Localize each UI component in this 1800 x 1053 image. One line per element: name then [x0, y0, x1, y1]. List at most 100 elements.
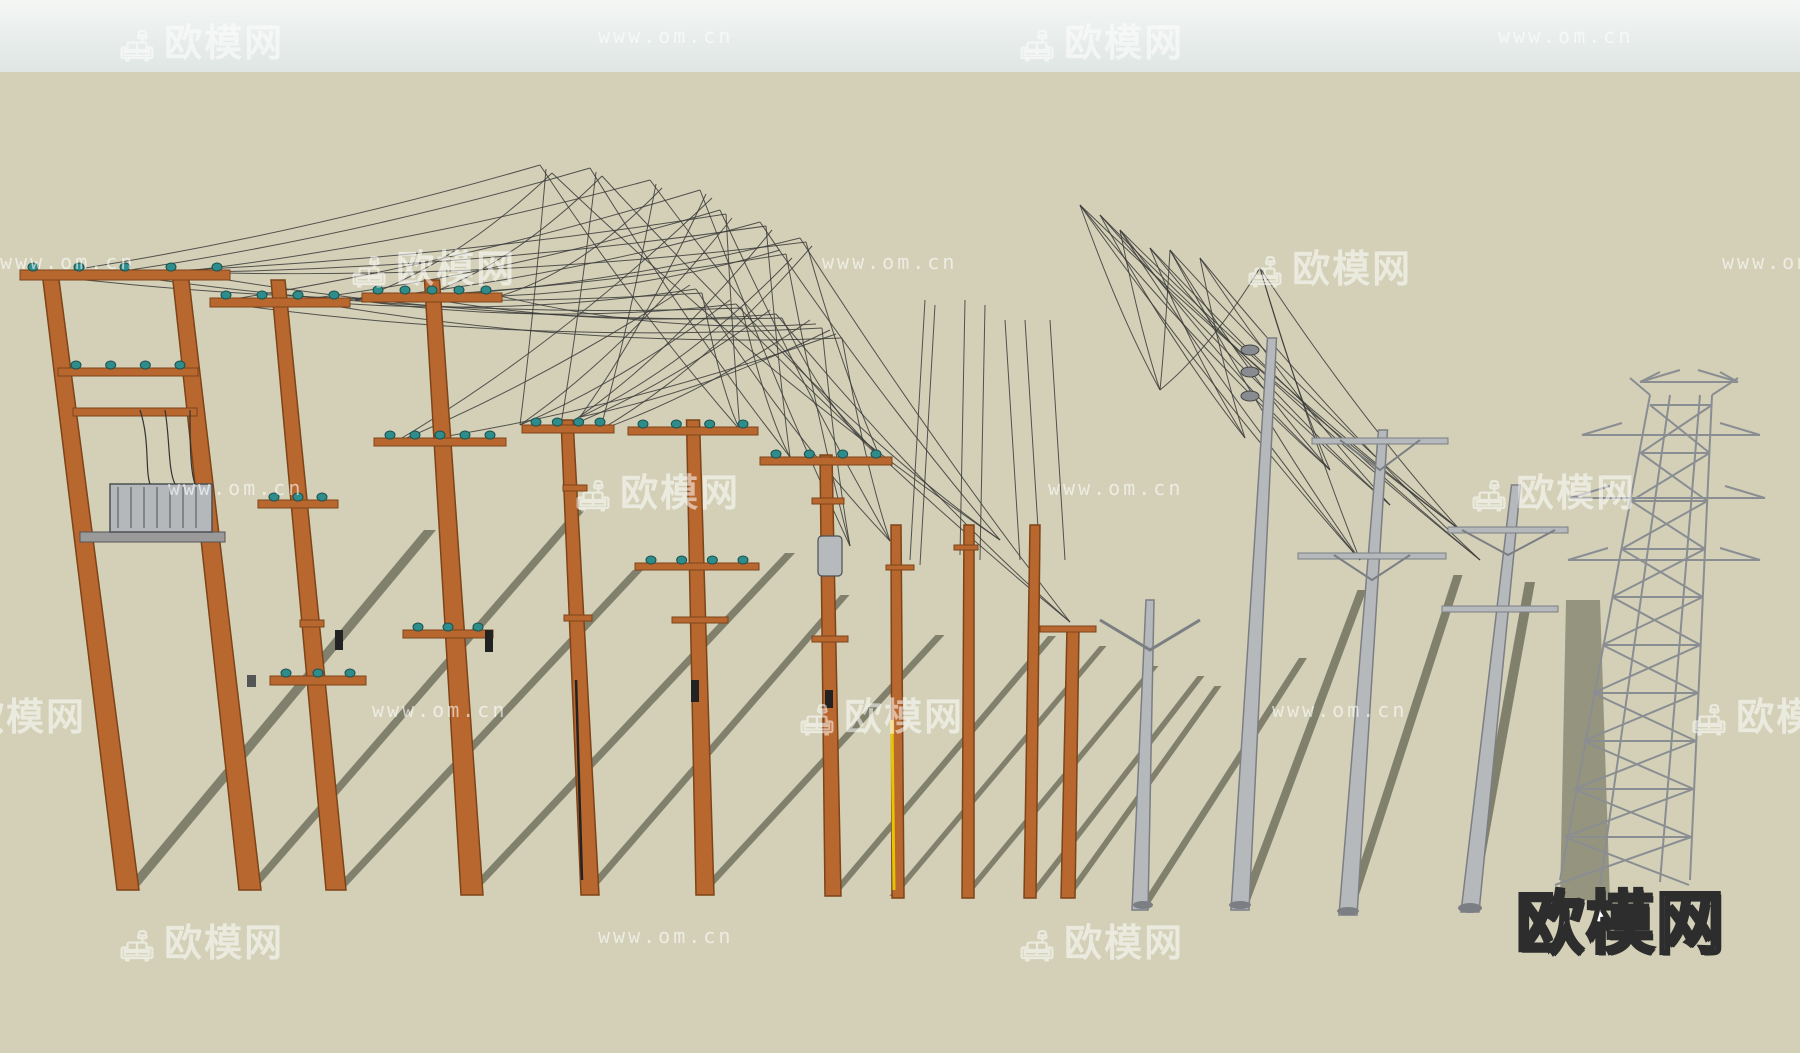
- tower-member: [1581, 422, 1623, 436]
- tower-member: [1719, 422, 1761, 436]
- insulator: [530, 417, 542, 427]
- insulator: [442, 622, 454, 632]
- pole-body: [41, 271, 140, 891]
- insulator: [292, 290, 304, 300]
- power-line: [214, 189, 701, 303]
- power-line: [109, 167, 591, 274]
- power-line: [725, 213, 741, 431]
- pole-shadow: [695, 635, 945, 895]
- power-line: [841, 337, 891, 542]
- power-line: [695, 288, 891, 542]
- transformer-can: [817, 535, 843, 577]
- power-line: [1004, 319, 1021, 561]
- crossarm: [1311, 437, 1449, 445]
- pole-shadow: [580, 595, 850, 895]
- insulator: [770, 449, 782, 459]
- insulator: [551, 417, 563, 427]
- insulator: [459, 430, 471, 440]
- power-line: [39, 164, 541, 276]
- insulator: [220, 290, 232, 300]
- power-line: [1259, 267, 1361, 561]
- insulator: [480, 285, 492, 295]
- crossarm: [671, 616, 729, 624]
- power-line: [1119, 229, 1361, 561]
- pole-base: [1337, 907, 1359, 915]
- pole-shadow: [828, 636, 1056, 896]
- crossarm: [759, 456, 893, 466]
- power-line: [759, 221, 1001, 541]
- pole-body: [1060, 627, 1080, 899]
- crossarm: [634, 562, 760, 571]
- crossarm: [563, 614, 593, 622]
- pole-base: [1229, 901, 1251, 909]
- crossarm: [57, 367, 199, 377]
- crossarm: [1039, 625, 1097, 633]
- tower-member: [1724, 485, 1766, 499]
- crossarm: [1297, 552, 1447, 560]
- crossarm: [811, 635, 849, 643]
- insulator: [676, 555, 688, 565]
- power-line: [1169, 249, 1461, 531]
- insulator: [453, 285, 465, 295]
- insulator: [174, 360, 186, 370]
- pole-body: [270, 279, 347, 891]
- crossarm: [885, 564, 915, 571]
- sketchup-viewport: 🛋 欧模网 www.om.cn 🛋 欧模网 www.om.cn www.om.cn …: [0, 0, 1800, 1053]
- insulator: [384, 430, 396, 440]
- insulator: [670, 419, 682, 429]
- crossarm: [811, 497, 845, 505]
- fuse-cutout: [485, 630, 493, 652]
- crossarm: [1441, 605, 1559, 613]
- pole-body: [1023, 524, 1041, 899]
- insulator: [484, 430, 496, 440]
- power-line: [354, 172, 553, 301]
- insulator: [594, 417, 606, 427]
- power-line: [1024, 319, 1041, 561]
- insulator: [870, 449, 882, 459]
- insulator: [737, 419, 749, 429]
- insulator: [312, 668, 324, 678]
- tower-member: [1567, 547, 1609, 561]
- tower-member: [1697, 369, 1739, 383]
- power-line: [539, 164, 741, 431]
- insulator: [704, 419, 716, 429]
- pole-body: [423, 279, 484, 896]
- insulator: [426, 285, 438, 295]
- insulator: [706, 555, 718, 565]
- pole-body: [819, 454, 842, 897]
- insulator: [165, 262, 177, 272]
- insulator: [412, 622, 424, 632]
- insulator: [70, 360, 82, 370]
- power-line: [1149, 247, 1481, 561]
- crossarm: [209, 297, 351, 308]
- tower-member: [1569, 485, 1611, 499]
- poles: [19, 262, 1766, 916]
- insulator: [27, 262, 39, 272]
- crossarm: [72, 407, 198, 417]
- insulator: [434, 430, 446, 440]
- power-line: [1119, 229, 1161, 391]
- insulator: [256, 290, 268, 300]
- insulator: [372, 285, 384, 295]
- corner-brand-logo: 欧模网: [1514, 884, 1727, 966]
- vertical-insulator: [1240, 390, 1260, 402]
- insulator: [139, 360, 151, 370]
- insulator: [268, 492, 280, 502]
- power-line: [579, 193, 707, 418]
- insulator: [211, 262, 223, 272]
- insulator: [73, 262, 85, 272]
- insulator: [328, 290, 340, 300]
- power-line: [1079, 204, 1361, 561]
- insulator: [316, 492, 328, 502]
- insulator: [119, 262, 131, 272]
- power-line: [299, 209, 721, 301]
- insulator: [472, 622, 484, 632]
- insulator: [637, 419, 649, 429]
- power-line: [1199, 257, 1481, 561]
- insulator: [105, 360, 117, 370]
- power-line: [959, 299, 966, 556]
- pole-body: [961, 524, 975, 899]
- crossarm: [627, 426, 759, 436]
- insulator: [399, 285, 411, 295]
- transformer-platform: [79, 531, 226, 543]
